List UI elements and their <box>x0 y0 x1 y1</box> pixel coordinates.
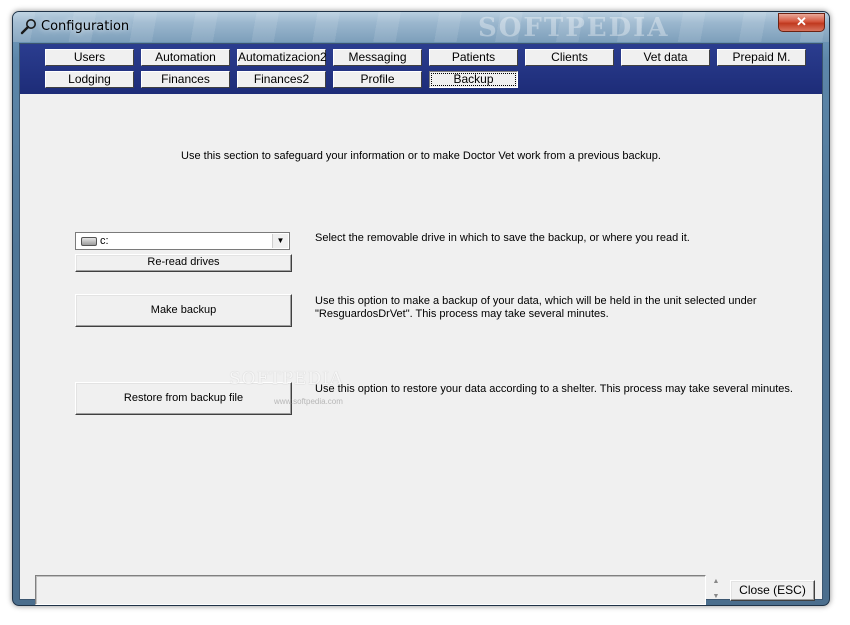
tab-lodging[interactable]: Lodging <box>45 71 134 88</box>
tab-profile[interactable]: Profile <box>333 71 422 88</box>
tab-prepaid-m[interactable]: Prepaid M. <box>717 49 806 66</box>
make-backup-button[interactable]: Make backup <box>75 294 292 327</box>
softpedia-watermark: SOFTPEDIA <box>229 369 344 389</box>
client-area: Users Automation Automatizacion2 Messagi… <box>19 43 823 605</box>
tab-clients[interactable]: Clients <box>525 49 614 66</box>
tab-backup[interactable]: Backup <box>429 71 518 88</box>
tab-automation[interactable]: Automation <box>141 49 230 66</box>
make-backup-description: Use this option to make a backup of your… <box>315 295 795 321</box>
tab-automatizacion2[interactable]: Automatizacion2 <box>237 49 327 66</box>
drive-select-value: c: <box>100 235 109 247</box>
tab-finances[interactable]: Finances <box>141 71 230 88</box>
close-esc-button[interactable]: Close (ESC) <box>730 580 815 601</box>
tab-bar: Users Automation Automatizacion2 Messagi… <box>20 44 822 94</box>
tab-patients[interactable]: Patients <box>429 49 518 66</box>
make-backup-description-line1: Use this option to make a backup of your… <box>315 295 757 307</box>
window-close-button[interactable]: ✕ <box>778 13 825 32</box>
backup-intro-text: Use this section to safeguard your infor… <box>181 150 661 162</box>
configuration-window: Configuration SOFTPEDIA ✕ Users Automati… <box>12 11 830 606</box>
tab-vet-data[interactable]: Vet data <box>621 49 710 66</box>
make-backup-description-line2: "ResguardosDrVet". This process may take… <box>315 308 609 320</box>
softpedia-url-watermark: www.softpedia.com <box>274 397 343 406</box>
spin-up-icon[interactable]: ▲ <box>711 577 721 587</box>
restore-description: Use this option to restore your data acc… <box>315 383 793 395</box>
status-panel <box>35 575 706 605</box>
drive-description: Select the removable drive in which to s… <box>315 232 690 244</box>
wrench-icon <box>20 19 36 35</box>
tab-finances2[interactable]: Finances2 <box>237 71 326 88</box>
drive-select[interactable]: c: ▼ <box>75 232 290 250</box>
title-bar[interactable]: Configuration SOFTPEDIA ✕ <box>13 12 829 43</box>
title-watermark: SOFTPEDIA <box>478 13 670 43</box>
tab-messaging[interactable]: Messaging <box>333 49 422 66</box>
reread-drives-button[interactable]: Re-read drives <box>75 254 292 272</box>
drive-icon <box>81 237 97 246</box>
chevron-down-icon[interactable]: ▼ <box>272 234 288 248</box>
tab-users[interactable]: Users <box>45 49 134 66</box>
window-title: Configuration <box>41 19 130 34</box>
spin-down-icon[interactable]: ▼ <box>711 592 721 602</box>
